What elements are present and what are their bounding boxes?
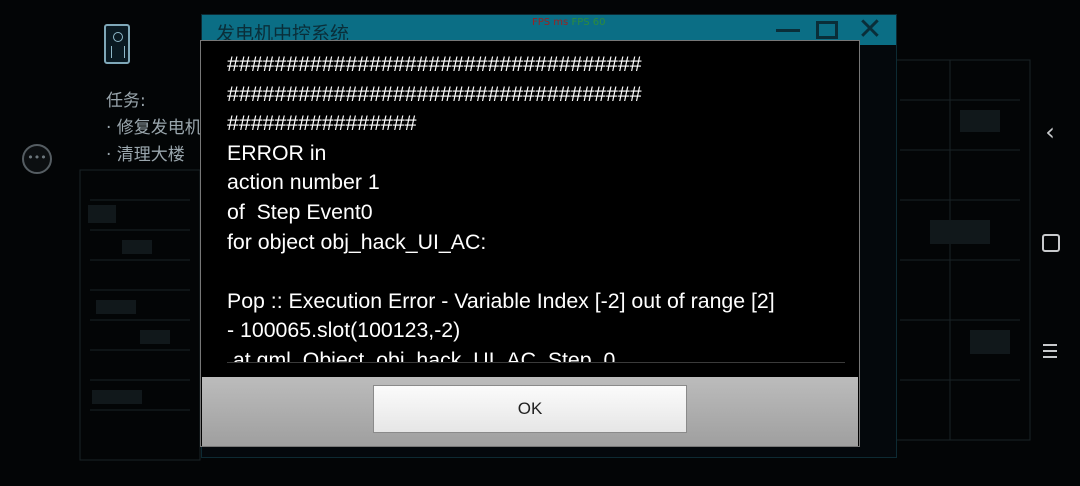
maximize-icon[interactable] — [816, 21, 838, 39]
error-message: ################################### ####… — [227, 52, 775, 362]
divider — [227, 362, 845, 363]
task-panel: 任务: · 修复发电机 · 清理大楼 — [106, 88, 202, 169]
dialog-footer: OK — [202, 377, 858, 446]
error-dialog: ################################### ####… — [200, 40, 860, 447]
ok-button[interactable]: OK — [373, 385, 687, 433]
fps-ms-text: FPS ms — [532, 17, 569, 28]
menu-lines-icon[interactable] — [1038, 340, 1062, 364]
screen: 任务: · 修复发电机 · 清理大楼 ••• 发电机中控系统 FPS ms FP… — [0, 0, 1080, 486]
fps-readout: FPS ms FPS 60 — [532, 17, 606, 28]
task-header: 任务: — [106, 91, 146, 111]
phone-icon[interactable] — [104, 24, 130, 64]
task-item: · 清理大楼 — [106, 145, 185, 165]
error-text-area[interactable]: ################################### ####… — [202, 42, 844, 362]
minimize-icon[interactable] — [776, 29, 800, 32]
close-icon[interactable]: ✕ — [856, 15, 884, 45]
square-icon[interactable] — [1038, 230, 1062, 254]
task-item: · 修复发电机 — [106, 118, 202, 138]
chevron-left-icon[interactable]: ‹ — [1038, 120, 1062, 144]
floating-menu-button[interactable]: ••• — [22, 144, 52, 174]
fps-value-text: FPS 60 — [571, 17, 606, 28]
